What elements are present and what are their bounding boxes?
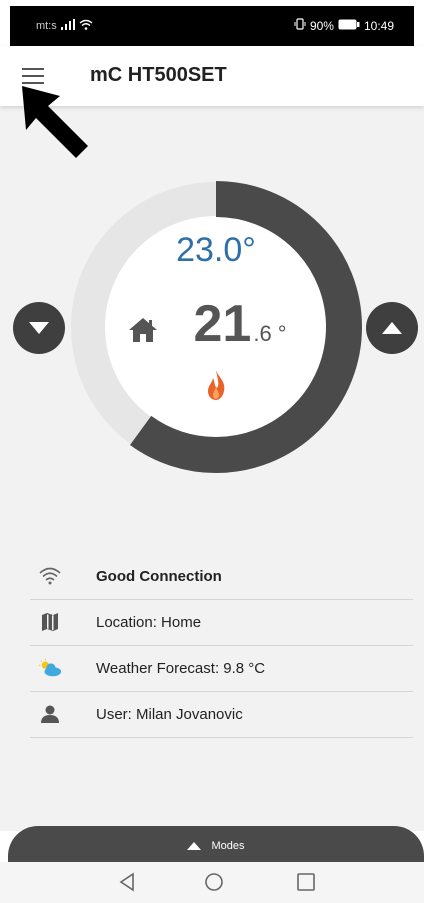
clock: 10:49 bbox=[363, 18, 394, 33]
connection-status: Good Connection bbox=[96, 568, 222, 585]
chevron-up-icon bbox=[187, 842, 202, 850]
status-bar-inner: mt:s 90% 10:49 bbox=[10, 6, 414, 46]
modes-button[interactable]: Modes bbox=[8, 826, 424, 863]
status-bar: mt:s 90% 10:49 bbox=[0, 0, 424, 46]
battery-icon bbox=[338, 19, 360, 33]
location-label: Location: Home bbox=[96, 614, 202, 631]
wifi-icon bbox=[79, 19, 93, 33]
map-icon bbox=[38, 610, 62, 634]
user-icon bbox=[38, 702, 62, 726]
flame-icon bbox=[204, 369, 228, 406]
battery-percent: 90% bbox=[309, 18, 334, 33]
vibrate-icon bbox=[294, 18, 306, 33]
chevron-down-icon bbox=[29, 322, 49, 334]
chevron-up-icon bbox=[382, 322, 402, 334]
thermostat-dial[interactable]: 23.0° 21 .6 ° bbox=[70, 181, 362, 473]
annotation-arrow-icon bbox=[22, 86, 90, 167]
current-temp-integer: 21 bbox=[193, 295, 252, 353]
weather-row: Weather Forecast: 9.8 °C bbox=[30, 646, 413, 692]
location-row: Location: Home bbox=[30, 600, 413, 646]
current-temp-unit: ° bbox=[277, 321, 287, 346]
back-icon[interactable] bbox=[118, 872, 136, 897]
weather-partly-cloudy-icon bbox=[38, 656, 62, 680]
current-temp-decimal: .6 bbox=[253, 321, 272, 346]
signal-icon bbox=[60, 19, 75, 33]
connection-row: Good Connection bbox=[30, 554, 413, 600]
wifi-icon bbox=[38, 564, 62, 588]
decrease-temperature-button[interactable] bbox=[13, 302, 65, 354]
modes-label: Modes bbox=[211, 840, 245, 852]
info-list: Good Connection Location: Home Weather F… bbox=[30, 554, 413, 738]
setpoint-temperature: 23.0° bbox=[176, 231, 256, 269]
page-title: mC HT500SET bbox=[90, 64, 227, 86]
system-navigation-bar bbox=[0, 862, 424, 903]
current-temperature: 21 .6 ° bbox=[70, 294, 362, 354]
user-row: User: Milan Jovanovic bbox=[30, 692, 413, 738]
home-icon[interactable] bbox=[204, 872, 224, 897]
user-label: User: Milan Jovanovic bbox=[96, 706, 243, 723]
status-right: 90% 10:49 bbox=[294, 18, 394, 33]
weather-forecast: Weather Forecast: 9.8 °C bbox=[96, 660, 266, 677]
main-content: 23.0° 21 .6 ° Good Connection Location: … bbox=[0, 106, 424, 831]
recent-apps-icon[interactable] bbox=[296, 872, 316, 897]
status-left: mt:s bbox=[36, 19, 93, 33]
carrier-label: mt:s bbox=[36, 20, 57, 32]
modes-inner: Modes bbox=[8, 840, 424, 852]
increase-temperature-button[interactable] bbox=[366, 302, 418, 354]
